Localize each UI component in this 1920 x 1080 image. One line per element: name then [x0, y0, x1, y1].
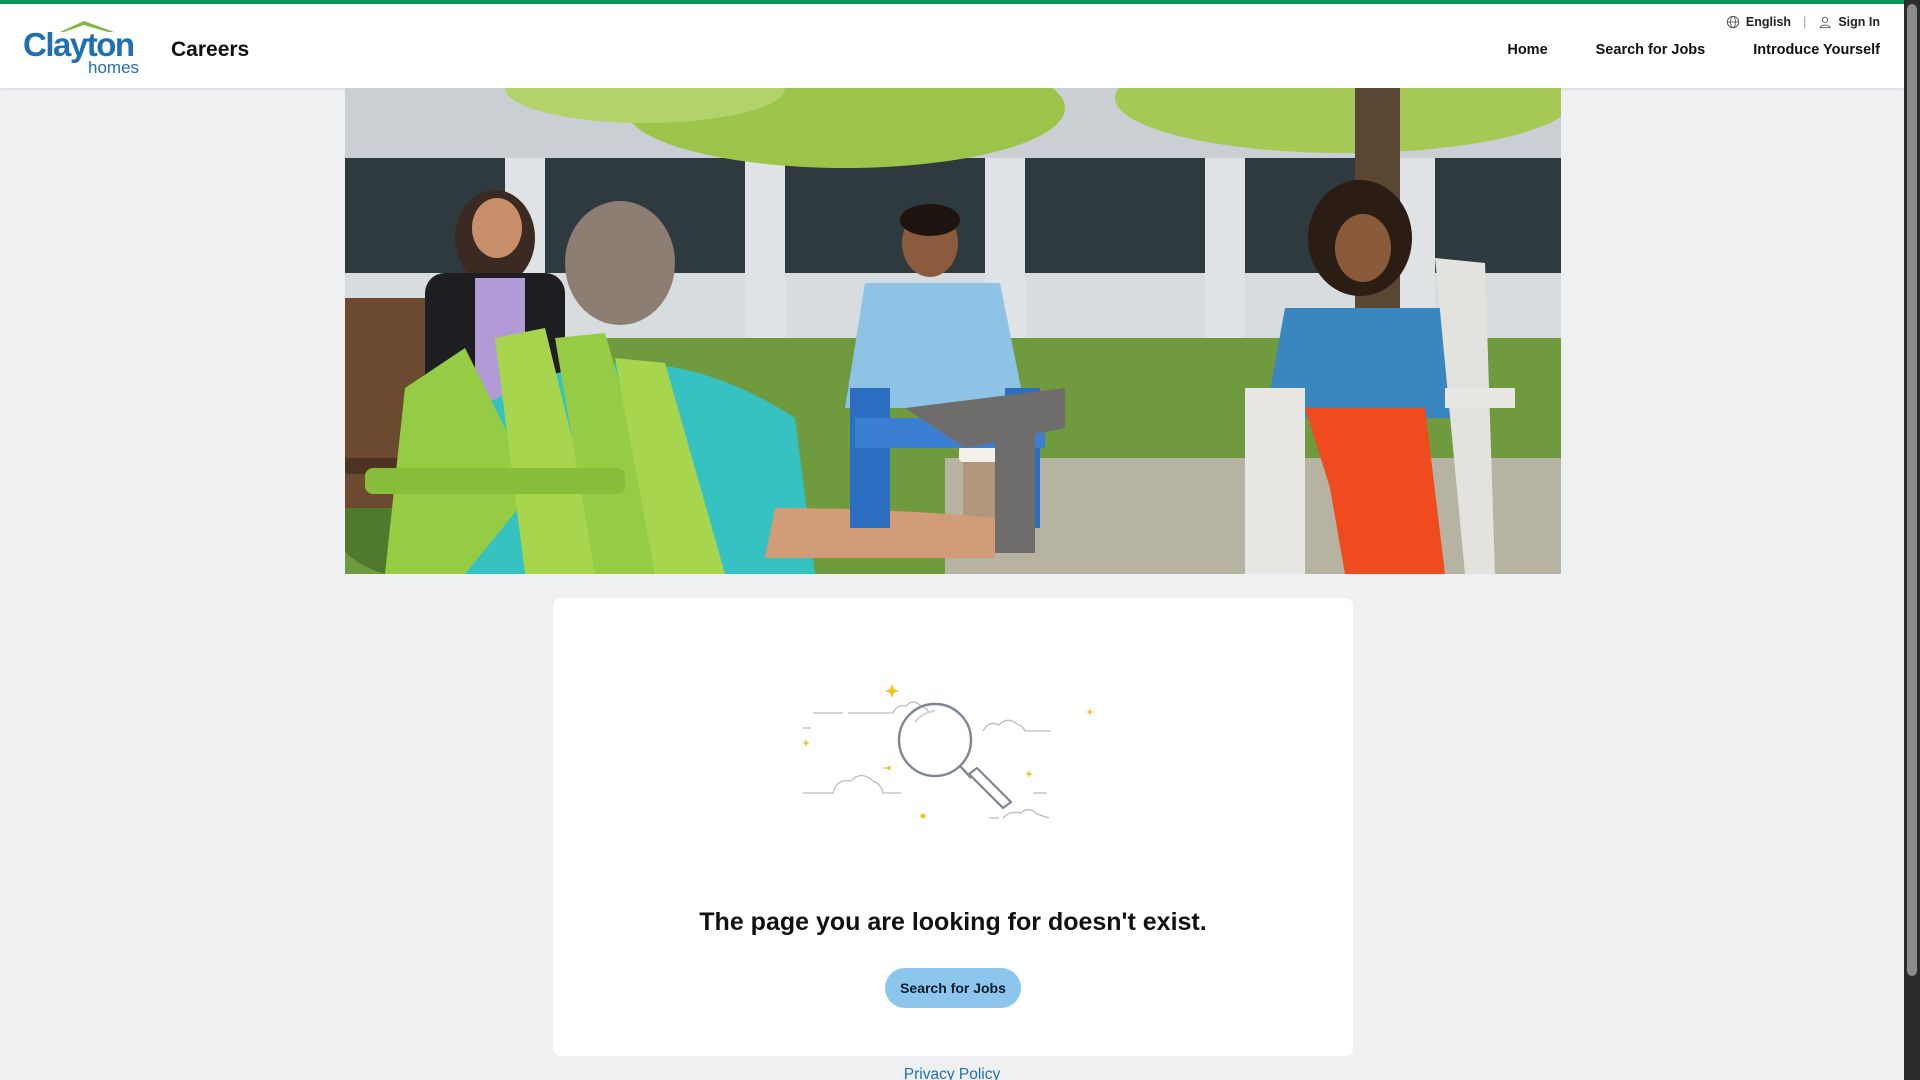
page-scrollbar[interactable] [1904, 0, 1920, 1080]
magnifying-glass-illustration [802, 684, 1094, 819]
hero-image [345, 88, 1561, 574]
privacy-policy-link[interactable]: Privacy Policy [0, 1066, 1904, 1080]
error-message: The page you are looking for doesn't exi… [699, 908, 1207, 936]
globe-icon [1726, 15, 1740, 29]
brand-careers-label: Careers [171, 38, 250, 61]
site-header: Clayton homes Careers English | Sign In [0, 4, 1904, 88]
clayton-homes-logo[interactable]: Clayton homes [22, 18, 148, 76]
language-selector[interactable]: English [1726, 15, 1791, 29]
nav-home[interactable]: Home [1507, 42, 1547, 58]
utility-bar: English | Sign In [1726, 12, 1880, 32]
sign-in-link[interactable]: Sign In [1818, 15, 1880, 29]
language-label: English [1745, 15, 1792, 29]
hero-photo-employees-outdoors [345, 88, 1561, 574]
nav-introduce-yourself[interactable]: Introduce Yourself [1753, 42, 1880, 58]
user-icon [1819, 16, 1831, 29]
error-card: The page you are looking for doesn't exi… [553, 598, 1353, 1056]
svg-text:homes: homes [88, 58, 139, 76]
search-for-jobs-button[interactable]: Search for Jobs [885, 968, 1021, 1008]
utility-divider: | [1803, 15, 1807, 29]
nav-search-for-jobs[interactable]: Search for Jobs [1596, 42, 1706, 58]
sign-in-label: Sign In [1838, 15, 1880, 29]
page: Clayton homes Careers English | Sign In [0, 0, 1904, 1080]
main-navigation: Home Search for Jobs Introduce Yourself [1507, 42, 1880, 58]
scrollbar-thumb[interactable] [1907, 4, 1917, 976]
